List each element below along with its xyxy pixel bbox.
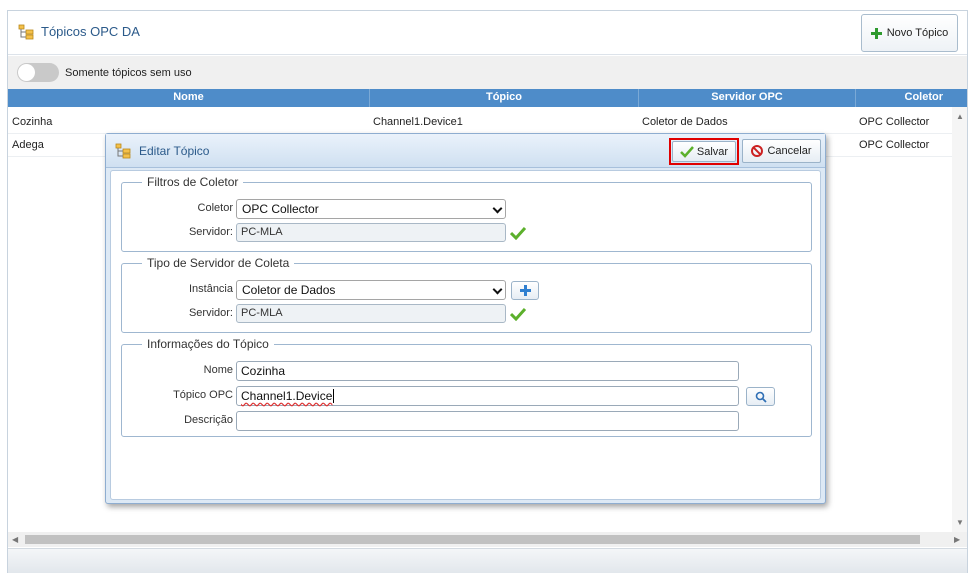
check-icon — [510, 226, 526, 240]
check-icon — [680, 145, 694, 158]
chevron-down-icon — [492, 203, 503, 214]
cell-nome: Cozinha — [12, 116, 53, 128]
descricao-label: Descrição — [184, 414, 233, 426]
chevron-down-icon — [492, 284, 503, 295]
topic-info-legend: Informações do Tópico — [147, 337, 269, 351]
dialog-title: Editar Tópico — [139, 144, 210, 158]
scroll-up-icon[interactable]: ▲ — [956, 112, 964, 121]
servidor-field: PC-MLA — [236, 223, 506, 242]
servidor-label: Servidor: — [188, 226, 233, 238]
topics-icon — [115, 143, 131, 159]
nome-input[interactable]: Cozinha — [236, 361, 739, 381]
check-icon — [510, 307, 526, 321]
dialog-header: Editar Tópico Salvar Cancelar — [106, 134, 825, 168]
page-title: Tópicos OPC DA — [41, 24, 140, 39]
topic-info-group: Informações do Tópico Nome Cozinha Tópic… — [121, 337, 812, 437]
collector-filters-group: Filtros de Coletor Coletor OPC Collector… — [121, 175, 812, 252]
add-instance-button[interactable] — [511, 281, 539, 300]
scroll-left-icon[interactable]: ◀ — [12, 535, 18, 544]
text-cursor — [333, 389, 335, 403]
instancia-select[interactable]: Coletor de Dados — [236, 280, 506, 300]
cell-servidor: Coletor de Dados — [642, 116, 728, 128]
dialog-body: Filtros de Coletor Coletor OPC Collector… — [110, 170, 821, 500]
table-row[interactable]: Cozinha Channel1.Device1 Coletor de Dado… — [8, 111, 952, 134]
toggle-knob — [18, 64, 35, 81]
column-header-coletor[interactable]: Coletor — [856, 91, 966, 103]
save-button[interactable]: Salvar — [672, 141, 736, 162]
instancia-label: Instância — [188, 283, 233, 295]
topico-opc-value: Channel1.Device — [241, 389, 333, 403]
nome-label: Nome — [203, 364, 233, 376]
plus-icon — [519, 285, 531, 296]
scroll-right-icon[interactable]: ▶ — [954, 535, 960, 544]
coletor-value: OPC Collector — [242, 202, 319, 216]
collector-filters-legend: Filtros de Coletor — [147, 175, 239, 189]
scroll-down-icon[interactable]: ▼ — [956, 518, 964, 527]
plus-icon — [870, 27, 882, 39]
horizontal-scrollbar[interactable]: ◀ ▶ — [8, 532, 967, 547]
new-topic-label: Novo Tópico — [886, 27, 949, 39]
topics-icon — [18, 24, 34, 40]
table-header: Nome Tópico Servidor OPC Coletor — [8, 89, 967, 107]
cancel-icon — [751, 145, 764, 157]
column-header-nome[interactable]: Nome — [8, 91, 369, 103]
topico-opc-input[interactable]: Channel1.Device — [236, 386, 739, 406]
server-type-legend: Tipo de Servidor de Coleta — [147, 256, 290, 270]
cell-coletor: OPC Collector — [859, 139, 930, 151]
panel-header: Tópicos OPC DA Novo Tópico — [8, 11, 967, 55]
server-type-group: Tipo de Servidor de Coleta Instância Col… — [121, 256, 812, 333]
coletor-select[interactable]: OPC Collector — [236, 199, 506, 219]
edit-topic-dialog: Editar Tópico Salvar Cancelar Filtros de… — [105, 133, 826, 504]
topico-opc-label: Tópico OPC — [173, 389, 233, 401]
unused-topics-label: Somente tópicos sem uso — [65, 67, 192, 79]
panel-footer — [8, 548, 967, 573]
instancia-value: Coletor de Dados — [242, 283, 336, 297]
cell-coletor: OPC Collector — [859, 116, 930, 128]
unused-topics-toggle[interactable] — [17, 63, 59, 82]
search-icon — [755, 391, 767, 403]
coletor-label: Coletor — [197, 202, 233, 214]
new-topic-button[interactable]: Novo Tópico — [861, 14, 958, 52]
save-label: Salvar — [696, 145, 729, 158]
vertical-scrollbar[interactable]: ▲ ▼ — [952, 107, 967, 544]
servidor-field: PC-MLA — [236, 304, 506, 323]
servidor-label: Servidor: — [188, 307, 233, 319]
filter-bar: Somente tópicos sem uso — [8, 56, 967, 89]
descricao-input[interactable] — [236, 411, 739, 431]
scrollbar-thumb[interactable] — [25, 535, 920, 544]
cancel-button[interactable]: Cancelar — [742, 139, 821, 163]
column-header-servidor[interactable]: Servidor OPC — [639, 91, 855, 103]
search-topic-button[interactable] — [746, 387, 775, 406]
column-header-topico[interactable]: Tópico — [370, 91, 638, 103]
cell-topico: Channel1.Device1 — [373, 116, 463, 128]
cell-nome: Adega — [12, 139, 44, 151]
cancel-label: Cancelar — [767, 145, 812, 157]
